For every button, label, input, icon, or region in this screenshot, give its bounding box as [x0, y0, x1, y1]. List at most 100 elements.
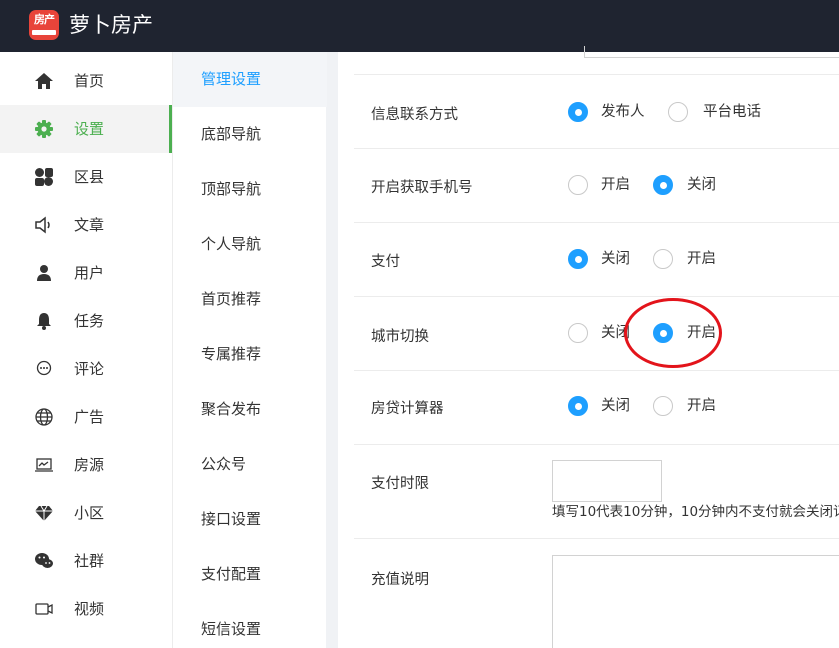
subnav-item-label: 专属推荐 [201, 345, 262, 363]
sidebar-item-label: 房源 [74, 456, 105, 474]
subnav-item-api-settings[interactable]: 接口设置 [173, 492, 327, 547]
app-logo[interactable]: 房产 [29, 10, 59, 40]
radio-label: 开启 [601, 177, 630, 193]
radio-label: 关闭 [687, 177, 716, 193]
diamond-icon [34, 503, 54, 523]
field-label: 信息联系方式 [371, 107, 458, 123]
radio-enable[interactable] [653, 396, 673, 416]
form-row-mortgage-calculator: 房贷计算器 关闭 开启 [354, 371, 839, 445]
sidebar-item-listings[interactable]: 房源 [0, 441, 172, 489]
grid-icon [34, 167, 54, 187]
radio-label: 关闭 [601, 251, 630, 267]
radio-label: 关闭 [601, 398, 630, 414]
sidebar-item-tasks[interactable]: 任务 [0, 297, 172, 345]
sidebar-item-home[interactable]: 首页 [0, 57, 172, 105]
sidebar-item-label: 广告 [74, 408, 105, 426]
radio-enable[interactable] [568, 175, 588, 195]
subnav-item-sms-settings[interactable]: 短信设置 [173, 602, 327, 648]
comment-icon [34, 359, 54, 379]
sidebar-item-groups[interactable]: 社群 [0, 537, 172, 585]
radio-disable[interactable] [568, 323, 588, 343]
settings-form: 信息联系方式 发布人 平台电话 开启获取手机号 开启 关闭 支付 关闭 开启 城… [338, 46, 839, 648]
subnav-item-label: 接口设置 [201, 510, 262, 528]
sidebar-item-label: 视频 [74, 600, 105, 618]
sidebar-item-label: 小区 [74, 504, 105, 522]
subnav-item-label: 管理设置 [201, 70, 262, 88]
home-icon [34, 71, 54, 91]
field-label: 开启获取手机号 [371, 180, 473, 196]
sidebar-item-label: 用户 [74, 264, 105, 282]
sidebar-item-districts[interactable]: 区县 [0, 153, 172, 201]
subnav-item-label: 公众号 [201, 455, 247, 473]
subnav-item-exclusive-recommend[interactable]: 专属推荐 [173, 327, 327, 382]
video-icon [34, 599, 54, 619]
wechat-icon [34, 551, 54, 571]
globe-icon [34, 407, 54, 427]
subnav-item-official-account[interactable]: 公众号 [173, 437, 327, 492]
monitor-icon [34, 455, 54, 475]
form-row-get-phone: 开启获取手机号 开启 关闭 [354, 149, 839, 223]
form-row-contact-method: 信息联系方式 发布人 平台电话 [354, 75, 839, 149]
radio-label: 发布人 [601, 104, 645, 120]
radio-label: 开启 [687, 251, 716, 267]
subnav-item-admin-settings[interactable]: 管理设置 [173, 52, 327, 107]
logo-bar [32, 30, 56, 35]
subnav-item-personal-nav[interactable]: 个人导航 [173, 217, 327, 272]
sidebar-item-label: 评论 [74, 360, 105, 378]
field-label: 支付 [371, 254, 400, 270]
subnav-item-bottom-nav[interactable]: 底部导航 [173, 107, 327, 162]
app-title: 萝卜房产 [69, 13, 153, 37]
radio-disable[interactable] [568, 249, 588, 269]
form-row-partial [354, 46, 839, 75]
sidebar-item-label: 任务 [74, 312, 105, 330]
subnav-item-label: 短信设置 [201, 620, 262, 638]
sidebar-item-articles[interactable]: 文章 [0, 201, 172, 249]
sidebar-item-settings[interactable]: 设置 [0, 105, 172, 153]
logo-text: 房产 [34, 13, 55, 26]
sidebar-item-label: 社群 [74, 552, 105, 570]
user-icon [34, 263, 54, 283]
annotation-circle [624, 298, 722, 368]
field-label: 支付时限 [371, 476, 429, 492]
sidebar-item-label: 首页 [74, 72, 105, 90]
bell-icon [34, 311, 54, 331]
subnav-item-home-recommend[interactable]: 首页推荐 [173, 272, 327, 327]
sidebar-item-label: 文章 [74, 216, 105, 234]
payment-timeout-input[interactable] [552, 460, 662, 502]
form-row-city-switch: 城市切换 关闭 开启 [354, 297, 839, 371]
settings-subnav: 管理设置 底部导航 顶部导航 个人导航 首页推荐 专属推荐 聚合发布 公众号 接… [172, 52, 327, 648]
sidebar-item-comments[interactable]: 评论 [0, 345, 172, 393]
field-label: 充值说明 [371, 572, 429, 588]
payment-timeout-hint: 填写10代表10分钟，10分钟内不支付就会关闭订单 [552, 504, 839, 520]
radio-disable[interactable] [653, 175, 673, 195]
field-label: 房贷计算器 [371, 401, 444, 417]
radio-label: 开启 [687, 398, 716, 414]
subnav-item-payment-config[interactable]: 支付配置 [173, 547, 327, 602]
subnav-item-aggregate-publish[interactable]: 聚合发布 [173, 382, 327, 437]
subnav-item-label: 个人导航 [201, 235, 262, 253]
subnav-item-top-nav[interactable]: 顶部导航 [173, 162, 327, 217]
sidebar-item-communities[interactable]: 小区 [0, 489, 172, 537]
speaker-icon [34, 215, 54, 235]
radio-platform-phone[interactable] [668, 102, 688, 122]
form-row-payment: 支付 关闭 开启 [354, 223, 839, 297]
sidebar-item-users[interactable]: 用户 [0, 249, 172, 297]
radio-enable[interactable] [653, 249, 673, 269]
sidebar: 首页 设置 区县 文章 用户 任务 评论 广告 房源 小区 社群 视频 [0, 52, 172, 648]
subnav-item-label: 聚合发布 [201, 400, 262, 418]
radio-disable[interactable] [568, 396, 588, 416]
sidebar-item-videos[interactable]: 视频 [0, 585, 172, 633]
sidebar-item-ads[interactable]: 广告 [0, 393, 172, 441]
top-header: 房产 萝卜房产 [0, 0, 839, 52]
sidebar-item-label: 设置 [74, 120, 105, 138]
subnav-item-label: 底部导航 [201, 125, 262, 143]
radio-publisher[interactable] [568, 102, 588, 122]
field-label: 城市切换 [371, 329, 429, 345]
subnav-item-label: 顶部导航 [201, 180, 262, 198]
gear-icon [34, 119, 54, 139]
subnav-item-label: 支付配置 [201, 565, 262, 583]
partial-text-input[interactable] [584, 46, 839, 58]
recharge-description-textarea[interactable] [552, 555, 839, 648]
sidebar-item-label: 区县 [74, 168, 105, 186]
radio-label: 平台电话 [703, 104, 761, 120]
